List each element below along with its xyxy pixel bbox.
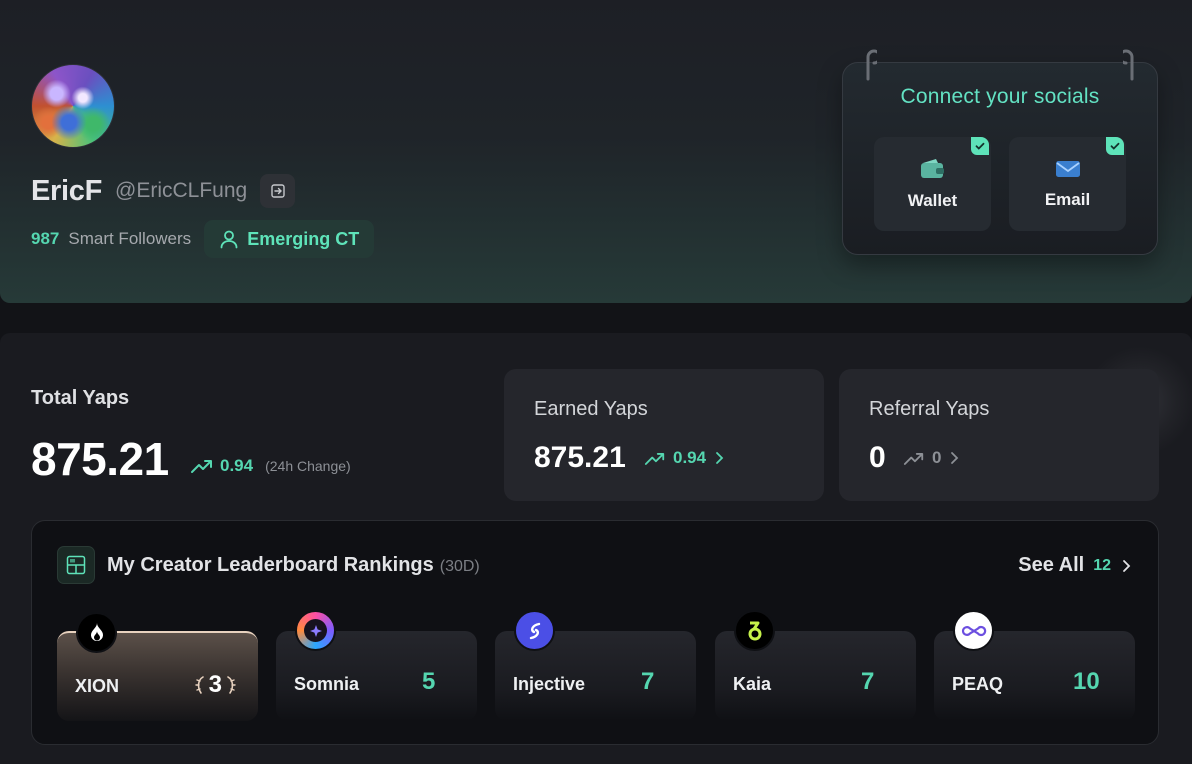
total-yaps-value: 875.21 (31, 433, 169, 485)
ranking-position: 10 (1073, 668, 1100, 695)
chevron-right-icon[interactable] (948, 451, 960, 465)
referral-yaps-card[interactable]: Referral Yaps 0 0 (839, 369, 1159, 501)
earned-yaps-card[interactable]: Earned Yaps 875.21 0.94 (504, 369, 824, 501)
leaderboard-title-text: My Creator Leaderboard Rankings (107, 554, 434, 576)
logout-icon (271, 184, 285, 198)
ranking-name: XION (75, 676, 120, 696)
connect-socials-panel: Connect your socials Wallet Email (842, 49, 1158, 255)
total-change-value: 0.94 (220, 456, 254, 475)
ranking-card-xion[interactable]: XION 3 (57, 612, 258, 721)
total-yaps-change: 0.94 (24h Change) (190, 456, 351, 476)
leaderboard-title: My Creator Leaderboard Rankings (30D) (107, 554, 480, 577)
leaderboard-icon (57, 546, 95, 584)
ranking-name: Somnia (294, 674, 360, 694)
earned-change-value: 0.94 (673, 448, 707, 467)
trend-up-icon (191, 460, 212, 473)
trend-up-icon (903, 452, 924, 465)
binder-ring-icon (1123, 49, 1134, 81)
total-change-note: (24h Change) (265, 458, 351, 474)
chevron-right-icon (1123, 559, 1131, 572)
ranking-name: Kaia (733, 674, 772, 694)
ranking-card-injective[interactable]: Injective 7 (495, 610, 696, 721)
ranking-card-kaia[interactable]: Kaia 7 (715, 610, 916, 721)
laurel-right-icon (227, 676, 236, 694)
xion-logo-icon (76, 612, 117, 653)
smart-followers-label: Smart Followers (68, 229, 192, 248)
followers-row: 987 Smart Followers Emerging CT (31, 220, 375, 258)
trend-up-icon (644, 452, 665, 465)
ranking-position: 7 (861, 668, 875, 695)
rank-laurel: 3 (194, 671, 236, 699)
total-yaps-label: Total Yaps (31, 387, 130, 409)
ranking-position: 3 (208, 671, 222, 698)
connected-check-icon (971, 137, 989, 155)
ranking-name: PEAQ (952, 674, 1004, 694)
see-all-label: See All (1018, 554, 1085, 576)
email-label: Email (1044, 190, 1091, 209)
email-icon (1055, 161, 1080, 177)
earned-yaps-change: 0.94 (644, 448, 725, 468)
smart-followers-count: 987 (31, 229, 60, 248)
profile-header: EricF @EricCLFung 987 Smart Followers Em… (0, 0, 1192, 303)
earned-yaps-title: Earned Yaps (534, 398, 648, 420)
avatar[interactable] (31, 64, 115, 148)
wallet-button[interactable]: Wallet (874, 137, 991, 231)
name-row: EricF @EricCLFung (31, 174, 296, 208)
peaq-logo-icon (953, 610, 994, 651)
see-all-count: 12 (1093, 556, 1111, 574)
chevron-right-icon[interactable] (713, 451, 725, 465)
ranking-position: 5 (422, 668, 436, 695)
ranking-name: Injective (513, 674, 586, 694)
ranking-card-somnia[interactable]: Somnia 5 (276, 610, 477, 721)
email-button[interactable]: Email (1009, 137, 1126, 231)
connected-check-icon (1106, 137, 1124, 155)
display-name: EricF (31, 174, 103, 207)
person-icon (220, 230, 238, 249)
wallet-label: Wallet (907, 191, 958, 210)
referral-change-value: 0 (932, 448, 942, 467)
referral-yaps-change: 0 (903, 448, 960, 468)
see-all-button[interactable]: See All 12 (1018, 554, 1132, 577)
somnia-logo-icon (295, 610, 336, 651)
binder-ring-icon (866, 49, 877, 81)
leaderboard-period: (30D) (439, 558, 480, 575)
leaderboard-rankings-panel: My Creator Leaderboard Rankings (30D) See… (31, 520, 1159, 745)
earned-yaps-value: 875.21 (534, 441, 626, 474)
ranking-card-peaq[interactable]: PEAQ 10 (934, 610, 1135, 721)
laurel-left-icon (194, 676, 204, 694)
referral-yaps-value: 0 (869, 441, 886, 474)
wallet-icon (920, 159, 944, 178)
ranking-position: 7 (641, 668, 655, 695)
referral-yaps-title: Referral Yaps (869, 398, 990, 420)
injective-logo-icon (514, 610, 555, 651)
user-handle[interactable]: @EricCLFung (115, 179, 247, 203)
kaia-logo-icon (734, 610, 775, 651)
status-badge[interactable]: Emerging CT (204, 220, 375, 258)
badge-label: Emerging CT (247, 228, 360, 249)
socials-title: Connect your socials (900, 85, 1100, 108)
logout-button[interactable] (260, 174, 296, 208)
